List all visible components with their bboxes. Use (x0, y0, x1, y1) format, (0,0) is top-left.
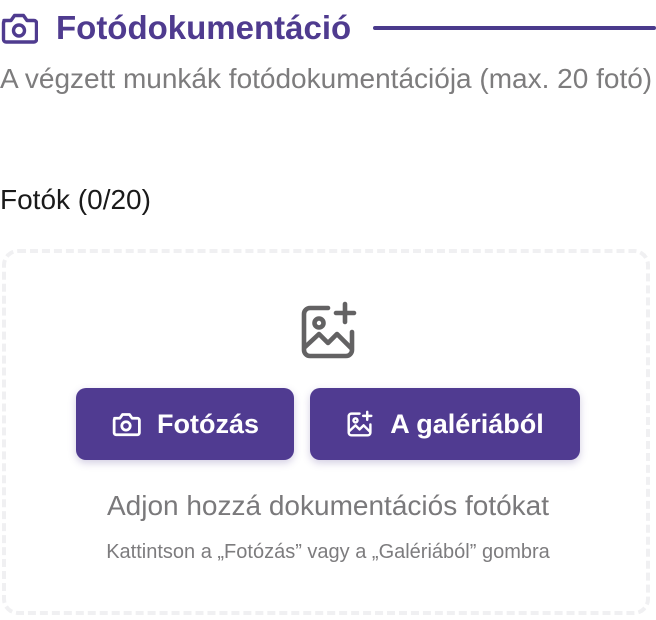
photo-documentation-section: Fotódokumentáció A végzett munkák fotódo… (0, 0, 656, 620)
gallery-button[interactable]: A galériából (310, 388, 580, 460)
photo-count-label: Fotók (0/20) (0, 184, 151, 215)
camera-icon (0, 9, 38, 47)
section-title: Fotódokumentáció (56, 9, 352, 46)
empty-state-title: Adjon hozzá dokumentációs fotókat (106, 490, 550, 521)
header-divider (373, 26, 656, 30)
camera-icon (111, 411, 141, 437)
gallery-button-label: A galériából (390, 408, 544, 439)
image-plus-icon (298, 300, 360, 362)
section-subtitle: A végzett munkák fotódokumentációja (max… (0, 63, 653, 94)
take-photo-button[interactable]: Fotózás (76, 388, 294, 460)
empty-state-hint: Kattintson a „Fotózás” vagy a „Galériábó… (106, 541, 550, 563)
image-plus-icon (346, 410, 374, 438)
section-header: Fotódokumentáció (0, 6, 656, 50)
take-photo-button-label: Fotózás (156, 408, 259, 439)
